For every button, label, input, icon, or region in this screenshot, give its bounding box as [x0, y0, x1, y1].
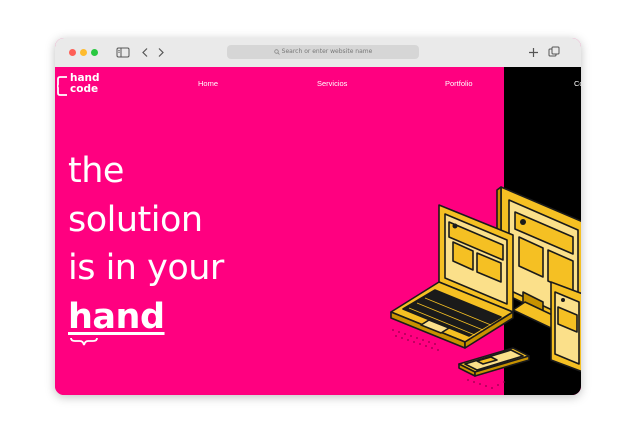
maximize-window-button[interactable]	[91, 49, 98, 56]
minimize-window-button[interactable]	[80, 49, 87, 56]
address-bar[interactable]: Search or enter website name	[227, 45, 419, 59]
nav-portfolio[interactable]: Portfolio	[445, 79, 473, 88]
search-icon	[273, 48, 280, 55]
logo-bracket-icon	[57, 76, 67, 96]
logo-line-2: code	[70, 83, 99, 95]
address-placeholder: Search or enter website name	[281, 48, 373, 55]
hero-line-1: the	[68, 151, 124, 191]
tabs-overview-icon[interactable]	[548, 46, 560, 59]
back-icon[interactable]	[141, 46, 149, 59]
hero-line-3: is in your	[68, 248, 224, 288]
sidebar-icon[interactable]	[116, 46, 130, 59]
hero-heading: the solution is in your hand	[68, 147, 224, 341]
logo-text: hand code	[70, 73, 100, 95]
forward-icon[interactable]	[157, 46, 165, 59]
nav-contact-partial[interactable]: Co	[574, 79, 581, 88]
curly-brace-icon	[70, 337, 98, 346]
close-window-button[interactable]	[69, 49, 76, 56]
nav-servicios[interactable]: Servicios	[317, 79, 347, 88]
hero-highlight: hand	[68, 296, 165, 337]
site-logo[interactable]: hand code	[57, 73, 117, 101]
hero-line-2: solution	[68, 199, 203, 240]
website-content: hand code Home Servicios Portfolio Co th…	[55, 67, 581, 395]
new-tab-icon[interactable]	[528, 46, 539, 59]
nav-home[interactable]: Home	[198, 79, 218, 88]
devices-illustration	[390, 186, 581, 389]
browser-window: Search or enter website name hand code H…	[55, 38, 581, 395]
browser-titlebar: Search or enter website name	[55, 38, 581, 68]
